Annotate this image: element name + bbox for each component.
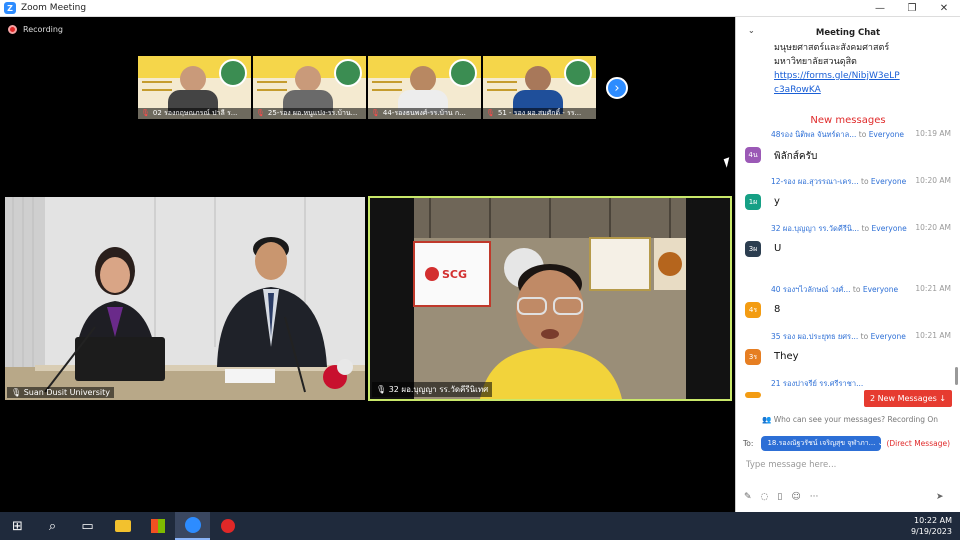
windows-start-icon[interactable]: ⊞ [0,512,35,540]
title-bar: Z Zoom Meeting — ❐ ✕ [0,0,960,17]
chat-message: 4ร 40 รองฯไวลักษณ์ วงศ์... to Everyone 10… [736,284,960,331]
close-button[interactable]: ✕ [928,0,960,17]
participant-name: 🎙 25-รอง ผอ.หนูแปง-รร.บ้าน... [253,108,366,119]
emoji-icon[interactable]: ☺ [791,492,800,502]
who-can-see-link[interactable]: 👥 Who can see your messages? Recording O… [762,415,938,424]
chat-toolbar: ✎ ◌ ▯ ☺ ··· [744,492,818,502]
recipient-row: To: 18.รองณัฐวรัชน์ เจริญสุข จุฬาภา... ⌄… [743,436,950,451]
people-icon: 👥 [762,415,774,424]
chevron-right-icon[interactable]: › [606,77,628,99]
presenters-video [5,197,365,400]
chat-message: 4น 48รอง นิติพล จันทร์ดาล... to Everyone… [736,129,960,176]
chat-title: Meeting Chat [815,27,881,38]
recording-indicator[interactable]: Recording [8,25,63,34]
chat-header: ⌄ Meeting Chat [736,17,960,48]
message-text: 8 [774,304,781,315]
windows-taskbar: ⊞ ⌕ ▭ 10:22 AM 9/19/2023 [0,512,960,540]
send-icon[interactable]: ➤ [936,492,944,502]
file-explorer-icon[interactable] [105,512,140,540]
avatar: 1ผ [745,194,761,210]
video-tile-active-speaker[interactable]: SCG 🎙 32 ผอ.บุญญา รร.วัดคีรีนิเทศ [368,196,732,401]
form-link[interactable]: https://forms.gle/NibjW3eLP c3aRowKA [774,71,900,95]
more-icon[interactable]: ··· [810,492,819,502]
message-list: 4น 48รอง นิติพล จันทร์ดาล... to Everyone… [736,129,960,398]
tile-name-right: 🎙 32 ผอ.บุญญา รร.วัดคีรีนิเทศ [372,382,493,397]
avatar [745,392,761,398]
recording-label: Recording [23,25,64,34]
speaker-video: SCG [370,198,730,399]
message-input[interactable] [746,457,951,473]
chat-message: 3ผ 32 ผอ.บุญญา รร.วัดคีรีนิ... to Everyo… [736,223,960,284]
window-title: Zoom Meeting [21,3,87,13]
app-icon[interactable] [210,512,245,540]
mouse-cursor-icon [723,157,733,168]
task-view-icon[interactable]: ▭ [70,512,105,540]
video-tile-left[interactable]: 🎙 Suan Dusit University [5,197,365,400]
file-icon[interactable]: ▯ [777,492,782,502]
message-text: พิลักส์ครับ [774,151,818,162]
screenshot-icon[interactable]: ◌ [761,492,769,502]
mic-muted-icon: 🎙 [256,109,265,117]
participant-thumbnail[interactable]: 🎙 02 รองกฤษณภรณ์ ปาลี ร... [138,56,251,119]
tile-name-left: 🎙 Suan Dusit University [7,387,115,398]
participant-thumbnail[interactable]: 🎙 44-รองธนพงศ์-รร.บ้าน ก... [368,56,481,119]
participant-name: 🎙 02 รองกฤษณภรณ์ ปาลี ร... [138,108,251,119]
to-label: To: [743,439,754,448]
mic-muted-icon: 🎙 [141,109,150,117]
recording-icon [8,25,17,34]
store-icon[interactable] [140,512,175,540]
avatar: 4น [745,147,761,163]
participant-thumbnail[interactable]: 🎙 51 - รอง ผอ.สมศักดิ์ - รร... [483,56,596,119]
new-messages-badge[interactable]: 2 New Messages ↓ [864,390,952,407]
participant-name: 🎙 51 - รอง ผอ.สมศักดิ์ - รร... [483,108,596,119]
message-text: y [774,196,780,207]
avatar: 3ร [745,349,761,365]
chevron-down-icon[interactable]: ⌄ [748,26,755,35]
mic-muted-icon: 🎙 [486,109,495,117]
message-text: They [774,351,799,362]
participant-name: 🎙 44-รองธนพงศ์-รร.บ้าน ก... [368,108,481,119]
participant-thumbnail[interactable]: 🎙 25-รอง ผอ.หนูแปง-รร.บ้าน... [253,56,366,119]
avatar: 4ร [745,302,761,318]
search-icon[interactable]: ⌕ [35,512,70,540]
mic-muted-icon: 🎙 [371,109,380,117]
new-messages-divider: New messages [810,115,886,126]
system-clock[interactable]: 10:22 AM 9/19/2023 [911,515,952,537]
message-text: U [774,243,782,254]
minimize-button[interactable]: — [864,0,896,17]
thumbnail-strip: 🎙 02 รองกฤษณภรณ์ ปาลี ร... 🎙 25-รอง ผอ.หนู… [138,56,596,119]
chat-message: 3ร 35 รอง ผอ.ประยุทธ ยศร... to Everyone 1… [736,331,960,378]
mic-icon: 🎙 [376,385,389,394]
mic-icon: 🎙 [11,388,24,397]
chat-message: 1ผ 12-รอง ผอ.สุวรรณา-เคร... to Everyone 1… [736,176,960,223]
previous-message-text: มนุษยศาสตร์และสังคมศาสตร์ มหาวิทยาลัยสวน… [774,43,900,95]
recipient-select[interactable]: 18.รองณัฐวรัชน์ เจริญสุข จุฬาภา... ⌄ [761,436,882,451]
restore-button[interactable]: ❐ [896,0,928,17]
zoom-logo-icon: Z [4,2,16,14]
direct-message-label: (Direct Message) [886,439,951,448]
zoom-icon[interactable] [175,512,210,540]
pen-icon[interactable]: ✎ [744,492,752,502]
meeting-area: Recording 🎙 02 รองกฤษณภรณ์ ปาลี ร... 🎙 25-… [0,17,735,512]
avatar: 3ผ [745,241,761,257]
svg-text:SCG: SCG [442,268,467,281]
chat-scrollbar[interactable] [955,367,958,385]
